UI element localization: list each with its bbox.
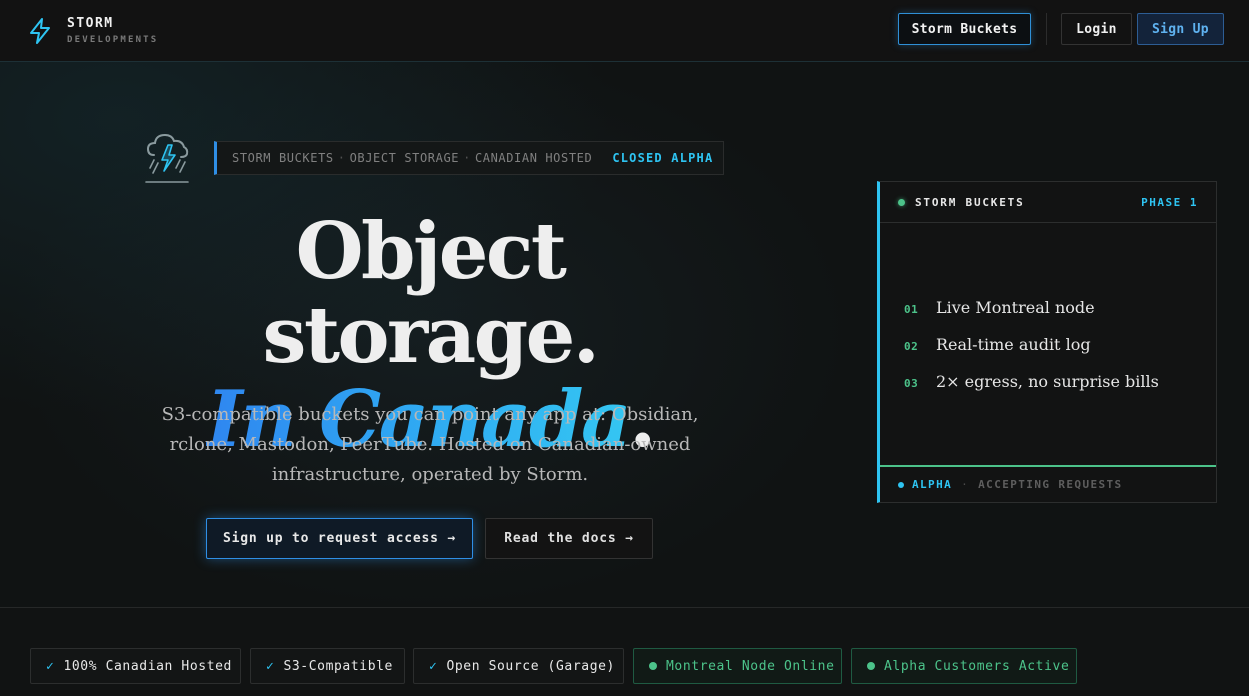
check-icon: ✓ [266, 658, 275, 674]
check-icon: ✓ [46, 658, 55, 674]
feature-text: Real-time audit log [936, 335, 1091, 354]
storm-buckets-status-card: STORM BUCKETS PHASE 1 01 Live Montreal n… [877, 181, 1217, 503]
badge-s3-compatible: ✓ S3-Compatible [250, 648, 405, 684]
badge-montreal-node-online: Montreal Node Online [633, 648, 842, 684]
footer-separator: · [961, 478, 970, 491]
badge-label: Alpha Customers Active [884, 658, 1070, 674]
hero-title-line-1: Object storage. [262, 206, 600, 381]
alpha-dot-icon [898, 481, 904, 488]
storm-cloud-icon [145, 133, 189, 183]
hero-description: S3-compatible buckets you can point any … [161, 404, 699, 485]
feature-text: Live Montreal node [936, 298, 1095, 317]
card-footer: ALPHA · ACCEPTING REQUESTS [880, 465, 1216, 502]
nav-divider [1046, 13, 1047, 45]
tagline-separator: · [337, 151, 346, 165]
feature-number: 01 [904, 303, 919, 316]
storm-buckets-nav-button[interactable]: Storm Buckets [898, 13, 1031, 45]
card-title: STORM BUCKETS [915, 195, 1025, 209]
tagline-item: OBJECT STORAGE [349, 151, 460, 165]
online-dot-icon [649, 662, 657, 670]
online-dot-icon [867, 662, 875, 670]
brand-logo-link[interactable]: STORM DEVELOPMENTS [29, 14, 158, 48]
feature-item: 01 Live Montreal node [904, 298, 1095, 317]
phase-label: PHASE 1 [1141, 195, 1198, 209]
card-header: STORM BUCKETS PHASE 1 [880, 182, 1216, 223]
badge-label: 100% Canadian Hosted [63, 658, 232, 674]
brand-subtitle: DEVELOPMENTS [67, 34, 159, 45]
status-dot-icon [898, 198, 905, 206]
read-docs-button[interactable]: Read the docs → [485, 518, 653, 559]
lightning-bolt-icon [30, 18, 50, 44]
login-button[interactable]: Login [1061, 13, 1132, 45]
badge-canadian-hosted: ✓ 100% Canadian Hosted [30, 648, 241, 684]
badge-label: Montreal Node Online [666, 658, 835, 674]
tagline-item: CANADIAN HOSTED [474, 151, 593, 165]
top-nav-bar: STORM DEVELOPMENTS Storm Buckets Login S… [0, 0, 1249, 62]
request-access-button[interactable]: Sign up to request access → [206, 518, 473, 559]
accepting-requests-label: ACCEPTING REQUESTS [978, 478, 1123, 491]
feature-item: 02 Real-time audit log [904, 335, 1091, 354]
feature-number: 03 [904, 377, 919, 390]
tagline-item: STORM BUCKETS [232, 151, 334, 165]
feature-item: 03 2× egress, no surprise bills [904, 372, 1159, 391]
feature-number: 02 [904, 340, 919, 353]
alpha-status: ALPHA [912, 478, 953, 491]
brand-name: STORM [67, 15, 114, 31]
badge-label: S3-Compatible [283, 658, 393, 674]
badge-label: Open Source (Garage) [446, 658, 615, 674]
badge-open-source: ✓ Open Source (Garage) [413, 648, 624, 684]
badge-alpha-customers-active: Alpha Customers Active [851, 648, 1077, 684]
product-tagline: STORM BUCKETS · OBJECT STORAGE · CANADIA… [214, 141, 724, 175]
sign-up-button[interactable]: Sign Up [1137, 13, 1224, 45]
check-icon: ✓ [429, 658, 438, 674]
feature-text: 2× egress, no surprise bills [936, 372, 1159, 391]
closed-alpha-badge: CLOSED ALPHA [612, 151, 714, 165]
tagline-separator: · [463, 151, 471, 165]
